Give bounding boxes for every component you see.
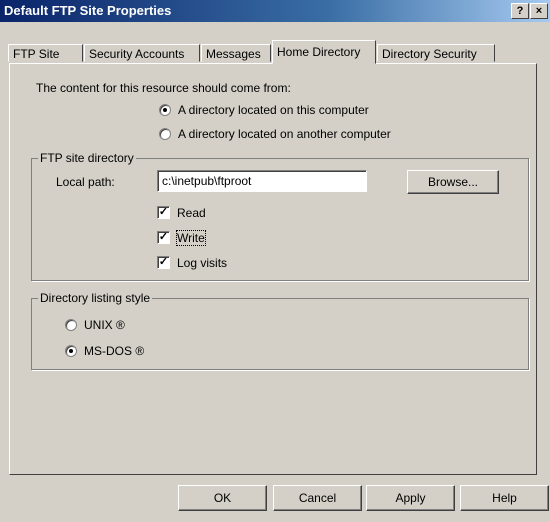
log-visits-checkbox[interactable]: ✓	[157, 256, 170, 269]
close-icon[interactable]: ×	[530, 3, 548, 19]
tab-messages[interactable]: Messages	[201, 44, 271, 62]
radio-local-directory[interactable]	[159, 104, 171, 116]
read-label[interactable]: Read	[177, 206, 206, 220]
write-label[interactable]: Write	[176, 230, 206, 246]
tab-security-accounts[interactable]: Security Accounts	[84, 44, 200, 62]
tab-home-directory[interactable]: Home Directory	[272, 40, 376, 64]
ftp-site-directory-group: FTP site directory Local path: c:\inetpu…	[31, 151, 529, 281]
ok-button[interactable]: OK	[178, 485, 267, 511]
radio-unix-label[interactable]: UNIX ®	[84, 318, 125, 332]
radio-selected-dot	[163, 108, 167, 112]
tab-directory-security[interactable]: Directory Security	[377, 44, 495, 62]
directory-listing-style-group: Directory listing style UNIX ® MS-DOS ®	[31, 291, 529, 370]
home-directory-panel: The content for this resource should com…	[9, 63, 537, 475]
local-path-label: Local path:	[56, 175, 115, 189]
radio-unix[interactable]	[65, 319, 77, 331]
radio-msdos-label[interactable]: MS-DOS ®	[84, 344, 144, 358]
apply-button[interactable]: Apply	[366, 485, 455, 511]
read-checkbox[interactable]: ✓	[157, 206, 170, 219]
help-button[interactable]: Help	[460, 485, 549, 511]
browse-button[interactable]: Browse...	[407, 170, 499, 194]
properties-dialog: Default FTP Site Properties ? × FTP Site…	[0, 0, 550, 522]
window-title: Default FTP Site Properties	[4, 3, 172, 18]
directory-listing-style-legend: Directory listing style	[38, 291, 153, 305]
write-checkbox[interactable]: ✓	[157, 231, 170, 244]
local-path-field[interactable]: c:\inetpub\ftproot	[157, 170, 367, 192]
cancel-button[interactable]: Cancel	[273, 485, 362, 511]
radio-selected-dot	[69, 349, 73, 353]
log-visits-label[interactable]: Log visits	[177, 256, 227, 270]
tab-ftp-site[interactable]: FTP Site	[8, 44, 83, 62]
help-icon[interactable]: ?	[511, 3, 529, 19]
title-bar[interactable]: Default FTP Site Properties ? ×	[0, 0, 550, 22]
content-source-label: The content for this resource should com…	[36, 81, 291, 95]
ftp-site-directory-legend: FTP site directory	[38, 151, 136, 165]
radio-remote-directory-label[interactable]: A directory located on another computer	[178, 127, 391, 141]
radio-local-directory-label[interactable]: A directory located on this computer	[178, 103, 369, 117]
radio-remote-directory[interactable]	[159, 128, 171, 140]
radio-msdos[interactable]	[65, 345, 77, 357]
